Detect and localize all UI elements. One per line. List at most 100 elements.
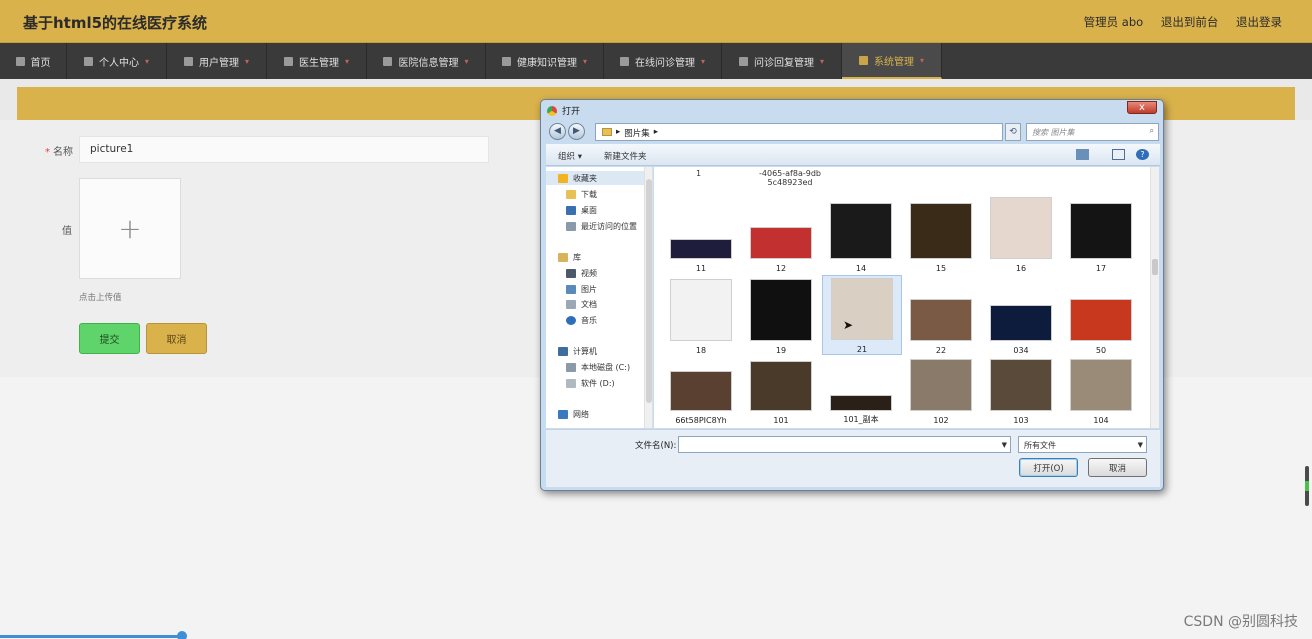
- nav-item-users[interactable]: 用户管理 ▾: [167, 43, 267, 79]
- file-tile[interactable]: 19: [742, 275, 822, 355]
- forward-button[interactable]: ▶: [568, 123, 585, 140]
- sidebar-item-computer[interactable]: 计算机: [546, 344, 644, 358]
- open-button[interactable]: 打开(O): [1019, 458, 1078, 477]
- file-tile[interactable]: 101_副本: [822, 357, 902, 425]
- dialog-footer: 文件名(N): ▼ 所有文件 ▼ 打开(O) 取消: [546, 429, 1160, 487]
- chevron-down-icon[interactable]: ▼: [1002, 441, 1007, 449]
- file-tile[interactable]: 102: [902, 357, 982, 425]
- new-folder-button[interactable]: 新建文件夹: [604, 150, 647, 162]
- file-open-dialog: 打开 x ◀ ▶ ▸ 图片集 ▸ ⟲ 搜索 图片集 ⌕ 组织 ▾ 新建文件夹 ?…: [540, 99, 1164, 491]
- view-mode-icon[interactable]: [1076, 149, 1089, 160]
- image-thumbnail: [750, 227, 812, 259]
- refresh-button[interactable]: ⟲: [1005, 123, 1021, 141]
- file-tile[interactable]: 11: [662, 195, 742, 273]
- video-icon: [566, 268, 576, 278]
- file-list-scrollbar[interactable]: [1150, 167, 1159, 428]
- library-icon: [558, 252, 568, 262]
- main-nav: 首页 个人中心 ▾ 用户管理 ▾ 医生管理 ▾ 医院信息管理 ▾ 健康知识管理 ▾ 在线问…: [0, 43, 1312, 79]
- nav-item-reply[interactable]: 问诊回复管理 ▾: [722, 43, 842, 79]
- file-tile-selected[interactable]: 21: [822, 275, 902, 355]
- video-progress-bar[interactable]: [0, 635, 183, 638]
- sidebar-item-drive-d[interactable]: 软件 (D:): [546, 376, 644, 390]
- file-tile[interactable]: 50: [1062, 275, 1142, 355]
- progress-handle[interactable]: [177, 631, 187, 639]
- name-label: * 名称: [45, 143, 73, 158]
- sidebar-item-desktop[interactable]: 桌面: [546, 203, 644, 217]
- image-thumbnail: [990, 197, 1052, 259]
- nav-item-home[interactable]: 首页: [0, 43, 67, 79]
- cancel-button[interactable]: 取消: [146, 323, 207, 354]
- file-type-select[interactable]: 所有文件 ▼: [1018, 436, 1147, 453]
- flag-icon: [283, 56, 293, 66]
- image-thumbnail: [990, 359, 1052, 411]
- file-tile[interactable]: 103: [982, 357, 1062, 425]
- search-icon: ⌕: [1149, 126, 1154, 135]
- dialog-close-button[interactable]: x: [1127, 101, 1157, 114]
- scroll-thumb[interactable]: [646, 179, 652, 403]
- file-tile[interactable]: 66t58PIC8Yh: [662, 357, 742, 425]
- file-tile[interactable]: 104: [1062, 357, 1142, 425]
- back-button[interactable]: ◀: [549, 123, 566, 140]
- file-tile[interactable]: 18: [662, 275, 742, 355]
- file-name: 66t58PIC8Yh: [675, 416, 727, 425]
- sidebar-item-favorites[interactable]: 收藏夹: [546, 171, 644, 185]
- organize-button[interactable]: 组织 ▾: [558, 150, 582, 162]
- sidebar-label: 网络: [573, 409, 589, 419]
- dialog-toolbar: 组织 ▾ 新建文件夹 ?: [546, 144, 1160, 166]
- chart-icon: [738, 56, 748, 66]
- file-tile[interactable]: 101: [742, 357, 822, 425]
- front-link[interactable]: 退出到前台: [1161, 15, 1219, 29]
- user-icon: [83, 56, 93, 66]
- preview-pane-icon[interactable]: [1112, 149, 1125, 160]
- sidebar-scrollbar[interactable]: [644, 167, 652, 428]
- file-tile[interactable]: 22: [902, 275, 982, 355]
- music-icon: [566, 315, 576, 325]
- sidebar-item-downloads[interactable]: 下载: [546, 187, 644, 201]
- file-name-partial[interactable]: 1: [696, 169, 701, 178]
- sidebar-item-libraries[interactable]: 库: [546, 250, 644, 264]
- chevron-down-icon: ▾: [582, 56, 587, 66]
- sidebar-item-network[interactable]: 网络: [546, 407, 644, 421]
- navigation-pane: 收藏夹 下载 桌面 最近访问的位置 库 视频 图片 文档 音乐 计算机 本地磁盘…: [546, 167, 653, 428]
- file-name: 034: [1013, 346, 1029, 355]
- path-segment[interactable]: 图片集: [624, 127, 650, 139]
- chevron-down-icon: ▾: [344, 56, 349, 66]
- sidebar-item-drive-c[interactable]: 本地磁盘 (C:): [546, 360, 644, 374]
- logout-link[interactable]: 退出登录: [1236, 15, 1282, 29]
- file-tile[interactable]: 15: [902, 195, 982, 273]
- scroll-thumb[interactable]: [1152, 259, 1158, 275]
- sidebar-item-videos[interactable]: 视频: [546, 266, 644, 280]
- submit-button[interactable]: 提交: [79, 323, 140, 354]
- nav-item-doctors[interactable]: 医生管理 ▾: [267, 43, 367, 79]
- page-scroll-indicator[interactable]: [1305, 466, 1309, 506]
- sidebar-item-documents[interactable]: 文档: [546, 297, 644, 311]
- sidebar-item-pictures[interactable]: 图片: [546, 282, 644, 296]
- upload-hint: 点击上传值: [79, 293, 122, 303]
- help-icon[interactable]: ?: [1136, 149, 1149, 160]
- sidebar-label: 视频: [581, 268, 597, 278]
- sidebar-item-music[interactable]: 音乐: [546, 313, 644, 327]
- nav-label: 在线问诊管理: [634, 57, 695, 69]
- nav-item-consult[interactable]: 在线问诊管理 ▾: [604, 43, 722, 79]
- nav-item-hospital[interactable]: 医院信息管理 ▾: [367, 43, 486, 79]
- search-input[interactable]: 搜索 图片集 ⌕: [1026, 123, 1159, 141]
- file-tile[interactable]: 034: [982, 275, 1062, 355]
- dialog-cancel-button[interactable]: 取消: [1088, 458, 1147, 477]
- sidebar-item-recent[interactable]: 最近访问的位置: [546, 219, 644, 233]
- monitor-icon: [383, 56, 393, 66]
- file-tile[interactable]: 17: [1062, 195, 1142, 273]
- users-icon: [183, 56, 193, 66]
- filename-input[interactable]: ▼: [678, 436, 1011, 453]
- path-field[interactable]: ▸ 图片集 ▸: [595, 123, 1003, 141]
- file-tile[interactable]: 14: [822, 195, 902, 273]
- file-tile[interactable]: 16: [982, 195, 1062, 273]
- image-uploader[interactable]: +: [79, 178, 181, 279]
- file-name-partial[interactable]: -4065-af8a-9db 5c48923ed: [749, 169, 831, 187]
- name-input[interactable]: picture1: [79, 136, 489, 163]
- nav-item-system[interactable]: 系统管理 ▾: [842, 43, 942, 79]
- file-tile[interactable]: 12: [742, 195, 822, 273]
- nav-item-health[interactable]: 健康知识管理 ▾: [486, 43, 604, 79]
- nav-item-profile[interactable]: 个人中心 ▾: [67, 43, 167, 79]
- image-thumbnail: [750, 361, 812, 411]
- nav-label: 医生管理: [298, 57, 339, 69]
